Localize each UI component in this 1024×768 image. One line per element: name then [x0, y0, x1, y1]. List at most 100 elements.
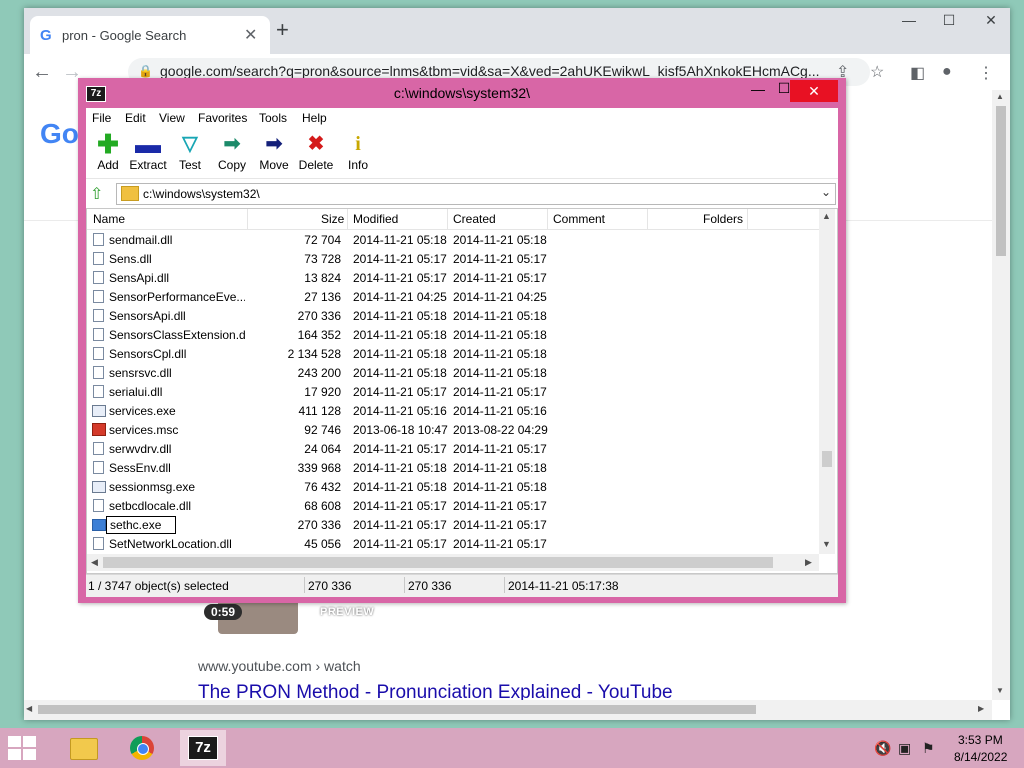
scroll-up-icon[interactable]: ▲ [996, 92, 1004, 101]
minus-icon: ▬ [135, 129, 161, 159]
column-divider[interactable] [647, 209, 648, 229]
result-cite[interactable]: www.youtube.com › watch [198, 658, 361, 674]
file-name: sessionmsg.exe [109, 480, 196, 494]
column-divider[interactable] [347, 209, 348, 229]
menu-view[interactable]: View [159, 111, 185, 125]
menu-tools[interactable]: Tools [259, 111, 287, 125]
scroll-thumb[interactable] [103, 557, 773, 568]
tab-title: pron - Google Search [62, 28, 187, 43]
clock-time[interactable]: 3:53 PM [958, 733, 1003, 747]
list-horizontal-scrollbar[interactable]: ◀ ▶ [87, 554, 819, 571]
scroll-down-icon[interactable]: ▼ [996, 686, 1004, 695]
new-tab-icon[interactable]: + [276, 19, 289, 41]
column-name[interactable]: Name [93, 212, 125, 226]
scroll-right-icon[interactable]: ▶ [978, 704, 984, 713]
table-row[interactable]: serwvdrv.dll 24 064 2014-11-21 05:17 2014-1… [87, 440, 823, 459]
chrome-minimize-icon[interactable]: — [894, 12, 924, 28]
table-row[interactable]: SessEnv.dll 339 968 2014-11-21 05:18 2014-1… [87, 459, 823, 478]
extract-button[interactable]: ▬ Extract [126, 129, 170, 172]
test-button[interactable]: ▽ Test [168, 132, 212, 172]
scroll-left-icon[interactable]: ◀ [91, 557, 98, 568]
up-folder-icon[interactable]: ⇧ [90, 184, 103, 204]
table-row[interactable]: sensrsvc.dll 243 200 2014-11-21 05:18 2014-… [87, 364, 823, 383]
tab-close-icon[interactable]: ✕ [244, 25, 257, 45]
scroll-thumb[interactable] [996, 106, 1006, 256]
chrome-close-icon[interactable]: ✕ [976, 12, 1006, 29]
table-row[interactable]: services.exe 411 128 2014-11-21 05:16 2014-… [87, 402, 823, 421]
column-divider[interactable] [547, 209, 548, 229]
scroll-up-icon[interactable]: ▲ [822, 211, 831, 221]
check-icon: ▽ [182, 133, 198, 155]
action-center-icon[interactable]: ⚑ [922, 740, 935, 757]
back-icon[interactable]: ← [32, 61, 52, 84]
taskbar: 7z 🔇 ▣ ⚑ 3:53 PM 8/14/2022 [0, 728, 1024, 768]
column-created[interactable]: Created [453, 212, 496, 226]
menu-help[interactable]: Help [302, 111, 327, 125]
minimize-icon[interactable]: — [748, 81, 768, 97]
info-button[interactable]: i Info [336, 132, 380, 172]
taskbar-chrome[interactable] [118, 730, 164, 766]
move-button[interactable]: ➡ Move [252, 132, 296, 172]
scroll-thumb[interactable] [38, 705, 756, 714]
scroll-down-icon[interactable]: ▼ [822, 539, 831, 549]
table-row[interactable]: SetNetworkLocation.dll 45 056 2014-11-21 0… [87, 535, 823, 554]
table-row[interactable]: SensorsApi.dll 270 336 2014-11-21 05:18 201… [87, 307, 823, 326]
file-name[interactable]: sethc.exe [106, 516, 177, 534]
table-row[interactable]: setbcdlocale.dll 68 608 2014-11-21 05:17 20… [87, 497, 823, 516]
scroll-right-icon[interactable]: ▶ [805, 557, 812, 568]
file-name: Sens.dll [109, 252, 152, 266]
table-row[interactable]: SensorPerformanceEve... 27 136 2014-11-21 … [87, 288, 823, 307]
browser-tab[interactable]: G pron - Google Search ✕ [30, 16, 270, 54]
table-row[interactable]: serialui.dll 17 920 2014-11-21 05:17 2014-1… [87, 383, 823, 402]
column-comment[interactable]: Comment [553, 212, 605, 226]
windows-start-icon[interactable] [8, 736, 38, 760]
chevron-down-icon[interactable]: ⌄ [821, 185, 831, 199]
google-logo[interactable]: Go [40, 118, 79, 150]
menu-file[interactable]: File [92, 111, 111, 125]
add-button[interactable]: ✚ Add [86, 131, 130, 172]
list-vertical-scrollbar[interactable]: ▲ ▼ [819, 209, 835, 554]
chrome-maximize-icon[interactable]: ☐ [934, 12, 964, 29]
menu-favorites[interactable]: Favorites [198, 111, 247, 125]
clock-date[interactable]: 8/14/2022 [954, 750, 1007, 764]
scroll-left-icon[interactable]: ◀ [26, 704, 32, 713]
column-modified[interactable]: Modified [353, 212, 398, 226]
toolbar: ✚ Add ▬ Extract ▽ Test ➡ Copy ➡ Move ✖ D… [86, 128, 838, 179]
column-divider[interactable] [747, 209, 748, 229]
copy-button[interactable]: ➡ Copy [210, 132, 254, 172]
msc-file-icon [92, 423, 106, 436]
table-row[interactable]: sethc.exe 270 336 2014-11-21 05:17 2014-11-… [87, 516, 823, 535]
menu-edit[interactable]: Edit [125, 111, 146, 125]
file-list[interactable]: Name Size Modified Created Comment Folde… [86, 208, 838, 574]
table-row[interactable]: services.msc 92 746 2013-06-18 10:47 2013-0… [87, 421, 823, 440]
delete-button[interactable]: ✖ Delete [294, 132, 338, 172]
side-panel-icon[interactable]: ◧ [910, 63, 925, 83]
lock-icon[interactable]: 🔒 [138, 64, 153, 78]
column-divider[interactable] [447, 209, 448, 229]
path-combobox[interactable]: c:\windows\system32\ ⌄ [116, 183, 836, 205]
result-title-link[interactable]: The PRON Method - Pronunciation Explaine… [198, 682, 673, 700]
column-folders[interactable]: Folders [703, 212, 743, 226]
path-text[interactable]: c:\windows\system32\ [143, 187, 260, 201]
network-icon[interactable]: ▣ [898, 740, 911, 757]
file-size: 76 432 [304, 480, 341, 494]
url-text[interactable]: google.com/search?q=pron&source=lnms&tbm… [160, 63, 820, 79]
column-divider[interactable] [247, 209, 248, 229]
column-size[interactable]: Size [321, 212, 344, 226]
profile-icon[interactable]: ● [942, 63, 952, 81]
table-row[interactable]: SensorsCpl.dll 2 134 528 2014-11-21 05:18 2… [87, 345, 823, 364]
table-row[interactable]: SensorsClassExtension.dll 164 352 2014-11-… [87, 326, 823, 345]
page-horizontal-scrollbar[interactable]: ◀ ▶ [24, 700, 992, 720]
scroll-thumb[interactable] [822, 451, 832, 467]
table-row[interactable]: sessionmsg.exe 76 432 2014-11-21 05:18 2014… [87, 478, 823, 497]
volume-muted-icon[interactable]: 🔇 [874, 740, 891, 757]
table-row[interactable]: Sens.dll 73 728 2014-11-21 05:17 2014-11-21… [87, 250, 823, 269]
menu-dots-icon[interactable]: ⋮ [978, 63, 994, 83]
table-row[interactable]: SensApi.dll 13 824 2014-11-21 05:17 2014-11… [87, 269, 823, 288]
table-row[interactable]: sendmail.dll 72 704 2014-11-21 05:18 2014-1… [87, 231, 823, 250]
taskbar-file-explorer[interactable] [58, 730, 104, 766]
taskbar-sevenzip[interactable]: 7z [180, 730, 226, 766]
bookmark-star-icon[interactable]: ☆ [870, 62, 884, 82]
page-vertical-scrollbar[interactable]: ▲ ▼ [992, 90, 1010, 700]
close-button[interactable]: ✕ [790, 80, 838, 102]
